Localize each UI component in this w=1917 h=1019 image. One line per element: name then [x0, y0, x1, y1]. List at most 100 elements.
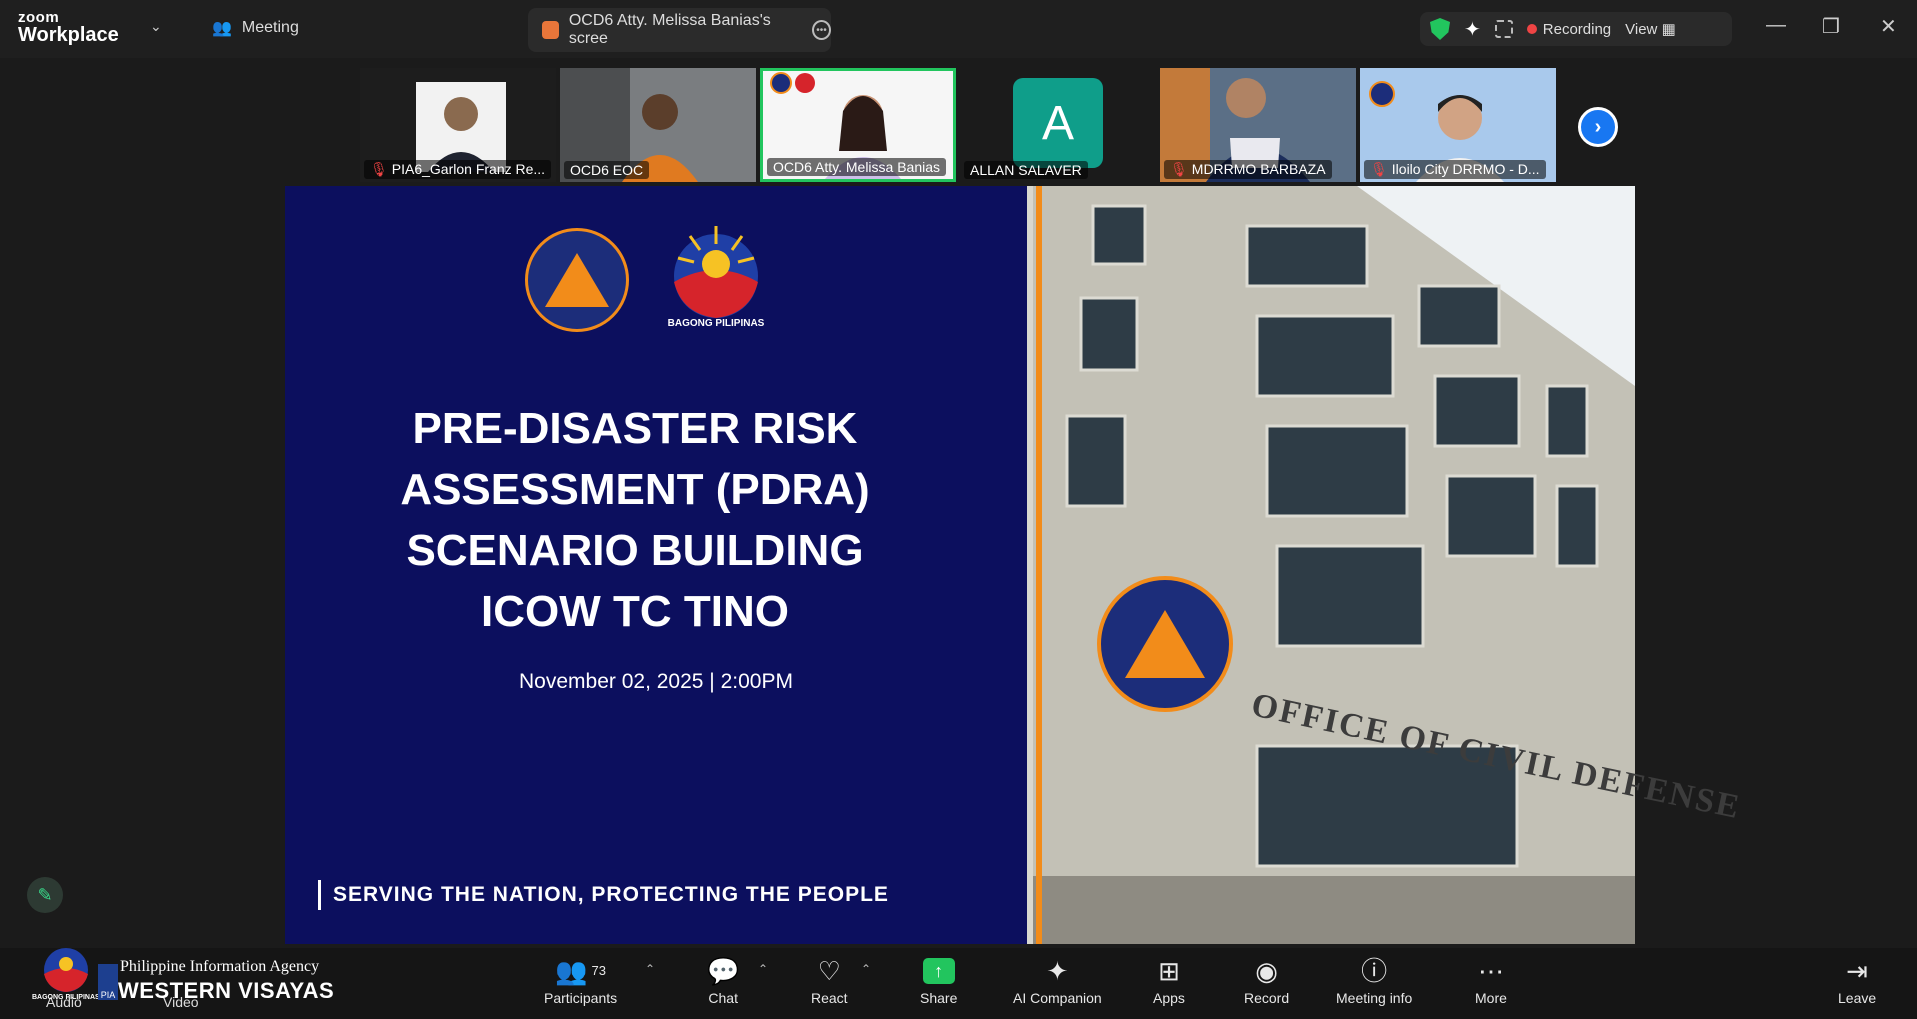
apps-button[interactable]: ⊞ Apps: [1153, 954, 1185, 1006]
avatar: A: [1013, 78, 1103, 168]
more-button[interactable]: ⋯ More: [1475, 954, 1507, 1006]
record-icon: ◉: [1255, 956, 1278, 986]
recording-dot-icon: [1526, 23, 1537, 34]
slide-title-line: SCENARIO BUILDING: [406, 526, 864, 575]
participants-button[interactable]: 👥 73 Participants: [544, 954, 617, 1006]
slide-title: PRE-DISASTER RISK ASSESSMENT (PDRA) SCEN…: [330, 398, 940, 642]
mic-muted-icon: 🎙: [1370, 161, 1388, 177]
meeting-tab-label: Meeting: [241, 19, 299, 36]
zoom-workplace-logo[interactable]: zoom Workplace: [18, 10, 119, 45]
participant-name: 🎙 PIA6_Garlon Franz Re...: [364, 160, 552, 179]
sparkle-icon: ✦: [1046, 956, 1069, 986]
people-icon: 👥: [212, 20, 232, 37]
ai-sparkle-icon[interactable]: ✦: [1464, 17, 1481, 42]
slide-title-line: ICOW TC TINO: [481, 587, 789, 636]
encryption-shield-icon[interactable]: [1430, 18, 1450, 40]
logo-caption: BAGONG PILIPINAS: [667, 318, 765, 329]
building-facade: [1027, 186, 1635, 944]
record-button[interactable]: ◉ Record: [1244, 954, 1289, 1006]
zoom-window: zoom Workplace ⌄ 👥 Meeting OCD6 Atty. Me…: [0, 0, 1917, 1019]
participant-name: 🎙 MDRRMO BARBAZA: [1164, 160, 1332, 179]
slide-date: November 02, 2025 | 2:00PM: [519, 670, 793, 693]
share-app-icon: [542, 21, 559, 39]
apps-label: Apps: [1153, 990, 1185, 1006]
participant-tile[interactable]: 🎙 PIA6_Garlon Franz Re...: [360, 68, 556, 182]
leave-button[interactable]: ⇥ Leave: [1838, 954, 1876, 1006]
agency-name: Philippine Information Agency: [120, 958, 320, 975]
participant-tile[interactable]: OCD6 EOC: [560, 68, 756, 182]
participant-name: ALLAN SALAVER: [964, 161, 1088, 179]
ocd-seal-logo: [525, 228, 629, 332]
slide-tagline: SERVING THE NATION, PROTECTING THE PEOPL…: [318, 880, 889, 910]
recording-label: Recording: [1542, 20, 1612, 38]
mic-muted-icon: 🎙: [370, 161, 388, 177]
info-icon: ⓘ: [1361, 956, 1388, 986]
restore-icon[interactable]: ❐: [1822, 14, 1840, 39]
brand-top: zoom: [18, 9, 60, 26]
participant-name: OCD6 EOC: [564, 161, 650, 179]
slide-divider-bar: [1036, 186, 1042, 944]
participants-count: 73: [591, 963, 606, 978]
react-label: React: [811, 990, 848, 1006]
pia-watermark: BAGONG PILIPINAS PIA Philippine Informat…: [30, 940, 375, 1010]
participant-tile-active-speaker[interactable]: OCD6 Atty. Melissa Banias: [760, 68, 956, 182]
participant-tile[interactable]: 🎙 Iloilo City DRRMO - D...: [1360, 68, 1556, 182]
meeting-info-button[interactable]: ⓘ Meeting info: [1336, 954, 1412, 1006]
pencil-icon: ✎: [37, 884, 53, 905]
focus-mode-icon[interactable]: [1494, 20, 1513, 38]
next-page-button[interactable]: ›: [1578, 107, 1618, 147]
chat-icon: 💬: [707, 956, 740, 986]
share-arrow-icon: ↑: [922, 958, 955, 984]
recording-indicator[interactable]: Recording: [1526, 20, 1612, 38]
more-options-icon[interactable]: •••: [812, 20, 831, 40]
bagong-pilipinas-logo: [674, 226, 758, 318]
react-caret-icon[interactable]: ⌃: [861, 962, 871, 976]
record-label: Record: [1244, 990, 1290, 1006]
annotate-pencil-button[interactable]: ✎: [27, 877, 63, 913]
chevron-down-icon[interactable]: ⌄: [150, 18, 162, 35]
ai-companion-button[interactable]: ✦ AI Companion: [1013, 954, 1102, 1006]
minimize-icon[interactable]: —: [1766, 14, 1786, 37]
view-label: View: [1625, 21, 1658, 38]
ai-companion-label: AI Companion: [1013, 990, 1102, 1006]
brand-bottom: Workplace: [18, 24, 119, 46]
bagong-pilipinas-watermark-logo: [44, 948, 88, 992]
share-tab-title: OCD6 Atty. Melissa Banias's scree: [568, 12, 771, 47]
meeting-tab[interactable]: 👥 Meeting: [212, 18, 299, 38]
share-label: Share: [920, 990, 958, 1006]
slide-title-line: ASSESSMENT (PDRA): [400, 465, 870, 514]
participants-icon: 👥 73: [555, 956, 606, 986]
participant-tile[interactable]: 🎙 MDRRMO BARBAZA: [1160, 68, 1356, 182]
mic-muted-icon: 🎙: [1170, 161, 1188, 177]
close-icon[interactable]: ✕: [1880, 14, 1897, 39]
leave-label: Leave: [1838, 990, 1877, 1006]
participants-label: Participants: [544, 990, 618, 1006]
participant-tile[interactable]: A ALLAN SALAVER: [960, 68, 1156, 182]
heart-icon: ♡: [817, 956, 841, 986]
building-photo: [1027, 186, 1635, 944]
screen-share-tab[interactable]: OCD6 Atty. Melissa Banias's scree •••: [528, 8, 831, 52]
slide-title-line: PRE-DISASTER RISK: [412, 404, 858, 453]
apps-grid-icon: ⊞: [1158, 956, 1180, 986]
chat-caret-icon[interactable]: ⌃: [758, 962, 768, 976]
participants-caret-icon[interactable]: ⌃: [645, 962, 655, 976]
meeting-info-label: Meeting info: [1336, 990, 1413, 1006]
share-button[interactable]: ↑ Share: [920, 954, 957, 1006]
meeting-status-area: ✦ Recording View ▦: [1420, 12, 1732, 46]
agency-region: WESTERN VISAYAS: [118, 978, 335, 1003]
more-dots-icon: ⋯: [1477, 956, 1504, 986]
pia-badge: PIA: [98, 964, 118, 1000]
grid-icon: ▦: [1661, 21, 1676, 38]
ocd-building-seal: [1097, 576, 1233, 712]
more-label: More: [1475, 990, 1507, 1006]
title-bar: zoom Workplace ⌄ 👥 Meeting OCD6 Atty. Me…: [0, 0, 1917, 58]
watermark-small-caption: BAGONG PILIPINAS: [32, 994, 100, 1001]
view-button[interactable]: View ▦: [1625, 20, 1676, 38]
chevron-right-icon: ›: [1594, 115, 1602, 138]
chat-label: Chat: [708, 990, 738, 1006]
participant-name: 🎙 Iloilo City DRRMO - D...: [1364, 160, 1546, 179]
react-button[interactable]: ♡ React: [811, 954, 848, 1006]
participant-name: OCD6 Atty. Melissa Banias: [767, 158, 947, 176]
leave-door-icon: ⇥: [1846, 956, 1868, 986]
chat-button[interactable]: 💬 Chat: [707, 954, 739, 1006]
